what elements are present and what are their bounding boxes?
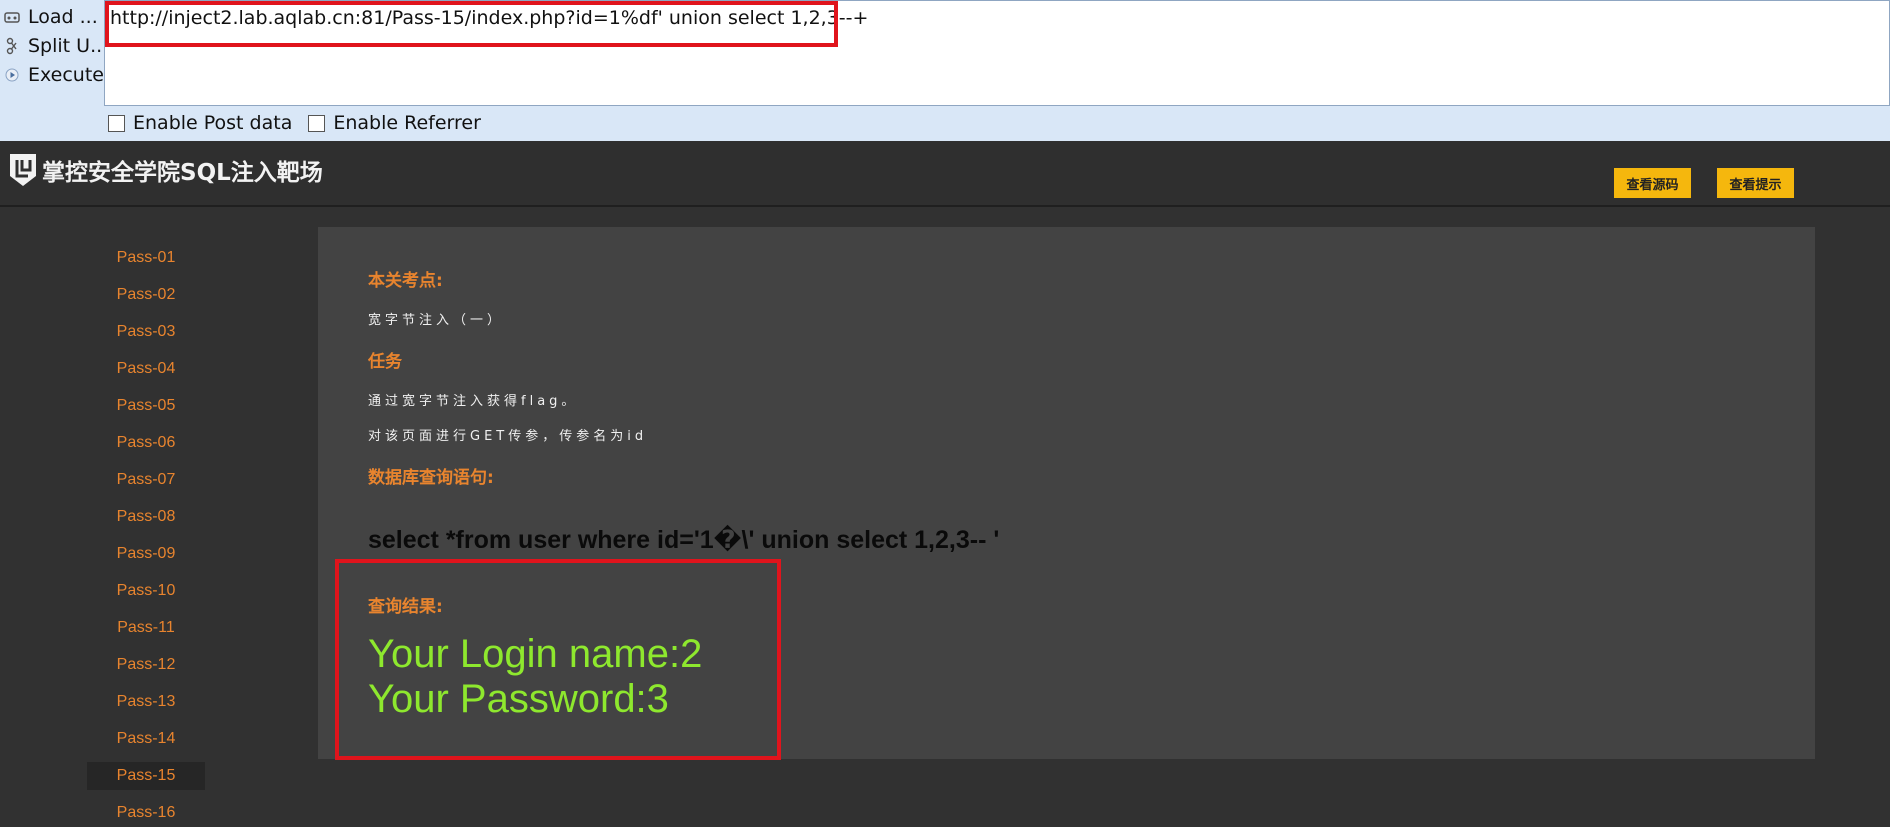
split-url-label: Split U... <box>28 35 109 57</box>
enable-referrer-checkbox[interactable]: Enable Referrer <box>308 112 481 134</box>
execute-icon <box>2 65 22 85</box>
sidebar-item-pass-11[interactable]: Pass-11 <box>87 614 205 642</box>
query-heading: 数据库查询语句: <box>368 468 494 488</box>
load-url-icon <box>2 7 22 27</box>
sidebar-item-pass-16[interactable]: Pass-16 <box>87 799 205 827</box>
site-title: 掌控安全学院SQL注入靶场 <box>42 160 323 186</box>
task-heading: 任务 <box>368 352 402 372</box>
url-highlight-box <box>105 1 838 47</box>
site-logo: 掌控安全学院SQL注入靶场 <box>8 152 323 188</box>
sidebar-item-pass-07[interactable]: Pass-07 <box>87 466 205 494</box>
sidebar-item-pass-15[interactable]: Pass-15 <box>87 762 205 790</box>
sidebar-item-pass-01[interactable]: Pass-01 <box>87 244 205 272</box>
execute-label: Execute <box>28 64 104 86</box>
checkbox-box[interactable] <box>108 114 125 132</box>
result-highlight-box <box>335 559 781 760</box>
task-line-1: 通过宽字节注入获得flag。 <box>368 394 579 409</box>
sidebar-item-pass-09[interactable]: Pass-09 <box>87 540 205 568</box>
enable-referrer-label: Enable Referrer <box>333 112 481 134</box>
load-url-button[interactable]: Load ... <box>2 4 98 30</box>
sidebar-item-pass-13[interactable]: Pass-13 <box>87 688 205 716</box>
sidebar-item-pass-03[interactable]: Pass-03 <box>87 318 205 346</box>
execute-button[interactable]: Execute <box>2 62 104 88</box>
checkbox-box[interactable] <box>308 114 326 132</box>
load-url-label: Load ... <box>28 6 98 28</box>
enable-post-data-label: Enable Post data <box>133 112 293 134</box>
hackbar-toolbar: Load ... Split U... Execute http://injec… <box>0 0 1890 141</box>
sidebar-item-pass-12[interactable]: Pass-12 <box>87 651 205 679</box>
sidebar-item-pass-10[interactable]: Pass-10 <box>87 577 205 605</box>
shield-logo-icon <box>10 154 36 186</box>
sql-query-text: select *from user where id='1�\' union s… <box>368 526 1000 554</box>
split-url-button[interactable]: Split U... <box>2 33 108 59</box>
task-line-2: 对该页面进行GET传参，传参名为id <box>368 429 648 444</box>
view-hint-button[interactable]: 查看提示 <box>1717 168 1794 198</box>
sidebar-item-pass-14[interactable]: Pass-14 <box>87 725 205 753</box>
topic-text: 宽字节注入（一） <box>368 313 505 328</box>
hackbar-options: Enable Post data Enable Referrer <box>108 112 481 134</box>
sidebar-item-pass-06[interactable]: Pass-06 <box>87 429 205 457</box>
sidebar-item-pass-02[interactable]: Pass-02 <box>87 281 205 309</box>
enable-post-data-checkbox[interactable]: Enable Post data <box>108 112 292 134</box>
sidebar-item-pass-08[interactable]: Pass-08 <box>87 503 205 531</box>
sidebar-item-pass-05[interactable]: Pass-05 <box>87 392 205 420</box>
view-source-button[interactable]: 查看源码 <box>1614 168 1691 198</box>
split-url-icon <box>2 36 22 56</box>
sidebar-item-pass-04[interactable]: Pass-04 <box>87 355 205 383</box>
pass-sidebar: Pass-01 Pass-02 Pass-03 Pass-04 Pass-05 … <box>0 207 300 825</box>
site-header: 掌控安全学院SQL注入靶场 查看源码 查看提示 <box>0 141 1890 207</box>
topic-heading: 本关考点: <box>368 271 443 291</box>
